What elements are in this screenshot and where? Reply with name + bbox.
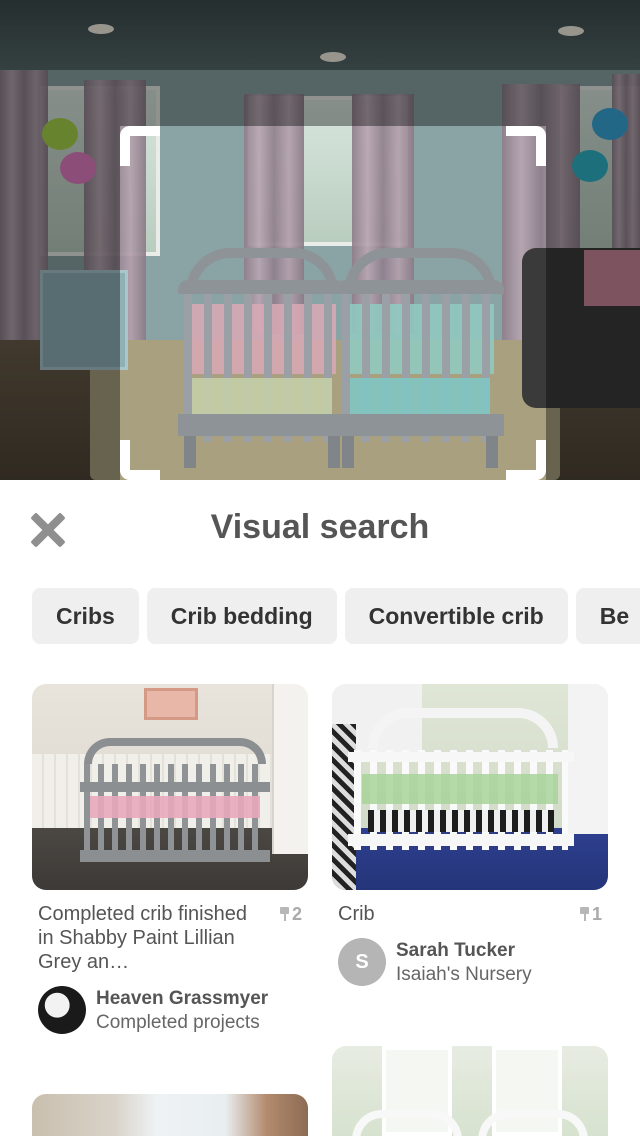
pin-image[interactable]	[332, 684, 608, 890]
crib-headboard	[478, 1110, 588, 1136]
pin-icon	[279, 907, 289, 921]
user-name[interactable]: Sarah Tucker	[396, 940, 515, 962]
page-title: Visual search	[210, 508, 430, 546]
pin-title: Crib	[338, 903, 375, 925]
crib-sheet	[90, 796, 260, 818]
avatar[interactable]	[38, 986, 86, 1034]
pin-image-partial[interactable]	[332, 1046, 608, 1136]
crib-rail	[80, 782, 270, 792]
crib-headboard	[84, 738, 266, 764]
crop-dim-overlay	[546, 126, 640, 480]
crib-leg	[486, 436, 498, 468]
save-count-value: 1	[591, 904, 602, 924]
user-name[interactable]: Heaven Grassmyer	[96, 988, 268, 1010]
crib-leg	[184, 436, 196, 468]
crop-dim-overlay	[0, 126, 120, 480]
suggestion-chips: Cribs Crib bedding Convertible crib Be	[32, 588, 640, 644]
crib-headboard	[352, 1110, 462, 1136]
pin-icon	[579, 907, 589, 921]
save-count: 1	[579, 904, 602, 925]
crib-skirt	[368, 810, 554, 832]
save-count-value: 2	[291, 904, 302, 924]
chair	[332, 724, 356, 890]
crop-dim-overlay	[0, 0, 640, 126]
chip-cribs[interactable]: Cribs	[32, 588, 139, 644]
crib-skirt	[192, 378, 332, 414]
wall-frame	[144, 688, 198, 720]
chip-crib-bedding[interactable]: Crib bedding	[146, 588, 337, 644]
crib-rail	[80, 850, 270, 862]
crib-right	[336, 200, 504, 468]
cabinet	[568, 684, 608, 834]
pin-image-partial[interactable]	[32, 1094, 308, 1136]
crib-leg	[342, 436, 354, 468]
crib-rail	[348, 752, 574, 762]
crop-handle-bottom-right[interactable]	[506, 440, 546, 480]
crop-handle-bottom-left[interactable]	[120, 440, 160, 480]
pin-title: Completed crib finished in Shabby Paint …	[38, 903, 247, 973]
door	[272, 684, 308, 854]
crib-rail	[336, 414, 504, 436]
crib-headboard	[368, 708, 558, 748]
crop-handle-top-left[interactable]	[120, 126, 160, 166]
chip-partial[interactable]: Be	[575, 588, 640, 644]
crib-bumper	[362, 774, 558, 804]
board-name[interactable]: Isaiah's Nursery	[396, 964, 532, 986]
crib-rail	[178, 414, 346, 436]
crib-rail	[178, 280, 346, 294]
crib-rail	[336, 280, 504, 294]
save-count: 2	[279, 904, 302, 925]
pin-image[interactable]	[32, 684, 308, 890]
crop-handle-top-right[interactable]	[506, 126, 546, 166]
pin-card[interactable]: Completed crib finished in Shabby Paint …	[32, 684, 308, 1044]
search-photo[interactable]	[0, 0, 640, 480]
avatar[interactable]: S	[338, 938, 386, 986]
crib-left	[178, 200, 346, 468]
crib-rail	[348, 834, 574, 846]
chip-convertible-crib[interactable]: Convertible crib	[344, 588, 568, 644]
board-name[interactable]: Completed projects	[96, 1012, 260, 1034]
pin-card[interactable]: Crib 1 S Sarah Tucker Isaiah's Nursery	[332, 684, 608, 994]
crib-skirt	[350, 378, 490, 414]
